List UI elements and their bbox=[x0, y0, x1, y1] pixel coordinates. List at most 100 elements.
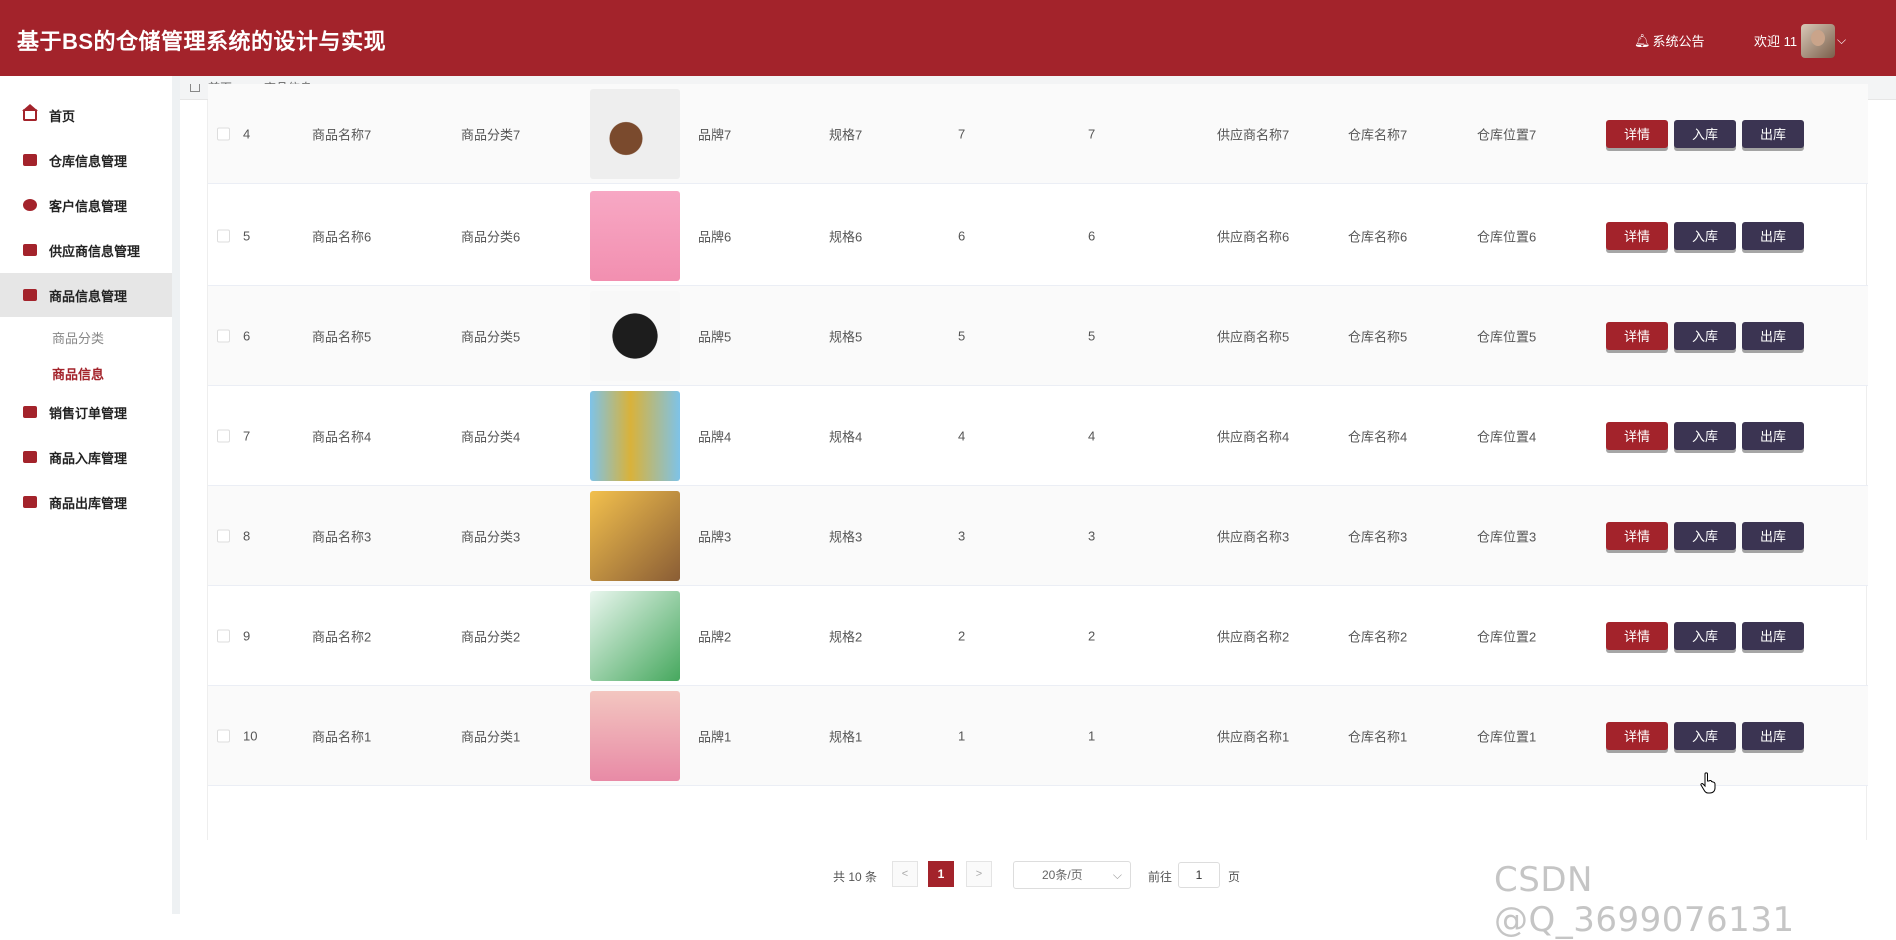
sidebar-item-supplier[interactable]: 供应商信息管理 bbox=[0, 228, 172, 272]
stock-in-button[interactable]: 入库 bbox=[1674, 221, 1736, 250]
stock-out-button[interactable]: 出库 bbox=[1742, 221, 1804, 250]
sidebar-item-stock-in[interactable]: 商品入库管理 bbox=[0, 435, 172, 479]
cell-index: 7 bbox=[243, 428, 251, 443]
cell-brand: 品牌3 bbox=[698, 529, 732, 544]
gift-icon bbox=[23, 289, 37, 301]
stock-in-button[interactable]: 入库 bbox=[1674, 721, 1736, 750]
sidebar-item-label: 商品入库管理 bbox=[49, 450, 128, 466]
cell-brand: 品牌6 bbox=[698, 229, 732, 244]
table-icon bbox=[23, 451, 37, 463]
stock-in-button[interactable]: 入库 bbox=[1674, 421, 1736, 450]
detail-button[interactable]: 详情 bbox=[1606, 721, 1668, 750]
detail-button[interactable]: 详情 bbox=[1606, 119, 1668, 148]
cell-category: 商品分类6 bbox=[461, 229, 521, 244]
cell-brand: 品牌2 bbox=[698, 629, 732, 644]
row-checkbox[interactable] bbox=[217, 229, 230, 242]
next-page-button[interactable]: > bbox=[966, 861, 992, 887]
bell-icon: 🔔︎ bbox=[1634, 32, 1651, 48]
stock-out-button[interactable]: 出库 bbox=[1742, 721, 1804, 750]
cell-name: 商品名称1 bbox=[312, 729, 372, 744]
row-checkbox[interactable] bbox=[217, 329, 230, 342]
cell-warehouse: 仓库名称6 bbox=[1348, 229, 1408, 244]
sidebar-item-stock-out[interactable]: 商品出库管理 bbox=[0, 480, 172, 524]
sidebar-subitem-category[interactable]: 商品分类 bbox=[52, 328, 104, 347]
sidebar-item-warehouse[interactable]: 仓库信息管理 bbox=[0, 138, 172, 182]
cell-name: 商品名称7 bbox=[312, 127, 372, 142]
home-icon bbox=[190, 83, 200, 92]
stock-in-button[interactable]: 入库 bbox=[1674, 119, 1736, 148]
cell-name: 商品名称6 bbox=[312, 229, 372, 244]
cell-q1: 5 bbox=[958, 328, 966, 343]
cell-q1: 1 bbox=[958, 728, 966, 743]
sidebar-subitem-goods-info[interactable]: 商品信息 bbox=[52, 364, 104, 383]
cell-supplier: 供应商名称7 bbox=[1217, 127, 1290, 142]
sidebar-item-label: 销售订单管理 bbox=[49, 405, 128, 421]
sidebar-item-customer[interactable]: 客户信息管理 bbox=[0, 183, 172, 227]
ticket-icon bbox=[23, 406, 37, 418]
notice-label: 系统公告 bbox=[1652, 34, 1705, 49]
stock-in-button[interactable]: 入库 bbox=[1674, 621, 1736, 650]
chocolate-photo bbox=[590, 88, 680, 179]
cell-warehouse: 仓库名称5 bbox=[1348, 329, 1408, 344]
cell-location: 仓库位置2 bbox=[1477, 629, 1537, 644]
stock-in-button[interactable]: 入库 bbox=[1674, 521, 1736, 550]
row-checkbox[interactable] bbox=[217, 529, 230, 542]
cell-spec: 规格3 bbox=[829, 529, 863, 544]
sidebar-item-sales[interactable]: 销售订单管理 bbox=[0, 390, 172, 434]
notice-link[interactable]: 🔔︎ 系统公告 bbox=[1634, 31, 1705, 50]
detail-button[interactable]: 详情 bbox=[1606, 321, 1668, 350]
detail-button[interactable]: 详情 bbox=[1606, 521, 1668, 550]
cell-supplier: 供应商名称1 bbox=[1217, 729, 1290, 744]
table-row: 6 商品名称5 商品分类5 品牌5 规格5 5 5 供应商名称5 仓库名称5 仓库位置5 详情 入库出… bbox=[208, 286, 1868, 386]
goto-page-input[interactable]: 1 bbox=[1178, 862, 1220, 888]
hand-cursor-icon bbox=[1700, 772, 1716, 794]
milk-pack-photo bbox=[590, 590, 680, 681]
stock-in-button[interactable]: 入库 bbox=[1674, 321, 1736, 350]
cell-category: 商品分类4 bbox=[461, 429, 521, 444]
prev-page-button[interactable]: < bbox=[892, 861, 918, 887]
cell-location: 仓库位置6 bbox=[1477, 229, 1537, 244]
stock-out-button[interactable]: 出库 bbox=[1742, 421, 1804, 450]
cell-index: 5 bbox=[243, 228, 251, 243]
avatar[interactable] bbox=[1801, 24, 1835, 58]
table-row: 4 商品名称7 商品分类7 品牌7 规格7 7 7 供应商名称7 仓库名称7 仓库位置7 详情 入库出… bbox=[208, 84, 1868, 184]
welcome-text: 欢迎 11 bbox=[1754, 34, 1798, 49]
row-checkbox[interactable] bbox=[217, 429, 230, 442]
header-bar: 基于BS的仓储管理系统的设计与实现 🔔︎ 系统公告 欢迎 11 ⌵ bbox=[0, 0, 1896, 76]
page-size-select[interactable]: 20条/页 ⌵ bbox=[1013, 861, 1131, 889]
cell-spec: 规格1 bbox=[829, 729, 863, 744]
box-icon bbox=[23, 244, 37, 256]
stock-out-button[interactable]: 出库 bbox=[1742, 521, 1804, 550]
detail-button[interactable]: 详情 bbox=[1606, 221, 1668, 250]
row-checkbox[interactable] bbox=[217, 729, 230, 742]
cell-location: 仓库位置4 bbox=[1477, 429, 1537, 444]
stock-out-button[interactable]: 出库 bbox=[1742, 621, 1804, 650]
detail-button[interactable]: 详情 bbox=[1606, 621, 1668, 650]
table-row: 9 商品名称2 商品分类2 品牌2 规格2 2 2 供应商名称2 仓库名称2 仓库位置2 详情 入库出… bbox=[208, 586, 1868, 686]
stock-out-button[interactable]: 出库 bbox=[1742, 119, 1804, 148]
sidebar-item-goods[interactable]: 商品信息管理 bbox=[0, 273, 172, 317]
cell-q2: 4 bbox=[1088, 428, 1096, 443]
current-page-button[interactable]: 1 bbox=[928, 861, 954, 887]
row-checkbox[interactable] bbox=[217, 629, 230, 642]
cell-name: 商品名称5 bbox=[312, 329, 372, 344]
table-row: 5 商品名称6 商品分类6 品牌6 规格6 6 6 供应商名称6 仓库名称6 仓库位置6 详情 入库出… bbox=[208, 186, 1868, 286]
sidebar-item-label: 首页 bbox=[49, 108, 76, 124]
compass-icon bbox=[23, 199, 37, 211]
cell-brand: 品牌4 bbox=[698, 429, 732, 444]
cell-location: 仓库位置3 bbox=[1477, 529, 1537, 544]
sidebar-item-label: 客户信息管理 bbox=[49, 198, 128, 214]
noodle-pack-photo bbox=[590, 190, 680, 281]
cell-location: 仓库位置1 bbox=[1477, 729, 1537, 744]
stock-out-button[interactable]: 出库 bbox=[1742, 321, 1804, 350]
cell-spec: 规格5 bbox=[829, 329, 863, 344]
black-bag-photo bbox=[590, 290, 680, 381]
sidebar-item-home[interactable]: 首页 bbox=[0, 93, 172, 137]
cell-spec: 规格7 bbox=[829, 127, 863, 142]
cell-q2: 5 bbox=[1088, 328, 1096, 343]
row-checkbox[interactable] bbox=[217, 127, 230, 140]
detail-button[interactable]: 详情 bbox=[1606, 421, 1668, 450]
chevron-down-icon[interactable]: ⌵ bbox=[1837, 33, 1846, 48]
cell-location: 仓库位置5 bbox=[1477, 329, 1537, 344]
sidebar-item-label: 仓库信息管理 bbox=[49, 153, 128, 169]
